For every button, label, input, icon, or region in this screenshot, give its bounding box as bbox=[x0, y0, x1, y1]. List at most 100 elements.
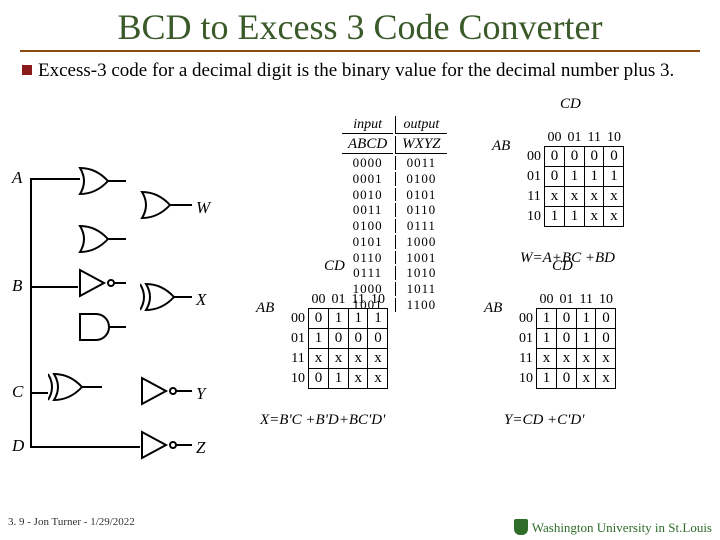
kmap-col: 11 bbox=[349, 292, 368, 309]
kmap-cell: x bbox=[596, 349, 616, 369]
kmap-row: 00 bbox=[516, 309, 537, 329]
truth-cell: 1100 bbox=[395, 298, 446, 312]
kmap-cell: x bbox=[565, 187, 585, 207]
kmap-cell: 1 bbox=[577, 329, 596, 349]
kmap-cell: 1 bbox=[329, 309, 349, 329]
bullet-icon bbox=[22, 65, 32, 75]
kmap-row: 01 bbox=[524, 167, 545, 187]
kmap-cell: x bbox=[368, 349, 388, 369]
slide-title: BCD to Excess 3 Code Converter bbox=[0, 0, 720, 50]
kmap-cell: 1 bbox=[545, 207, 565, 227]
kmap-cell: x bbox=[557, 349, 577, 369]
label-c: C bbox=[12, 382, 23, 402]
kmap-ab-label: AB bbox=[484, 300, 502, 317]
kmap-cell: 1 bbox=[565, 207, 585, 227]
kmap-col: 00 bbox=[537, 292, 557, 309]
or-gate-icon bbox=[140, 190, 194, 220]
label-d: D bbox=[12, 436, 24, 456]
kmap-cell: x bbox=[577, 369, 596, 389]
kmap-cell: 0 bbox=[557, 329, 577, 349]
university-logo: Washington University in St.Louis bbox=[514, 519, 712, 536]
truth-cell: 1000 bbox=[395, 235, 446, 249]
kmap-col: 00 bbox=[545, 130, 565, 147]
truth-table: input output ABCD WXYZ 00000011000101000… bbox=[340, 114, 449, 314]
university-name: Washington University in St.Louis bbox=[532, 520, 712, 535]
kmap-cd-label: CD bbox=[560, 96, 581, 113]
footer: 3. 9 - Jon Turner - 1/29/2022 Washington… bbox=[8, 512, 712, 536]
truth-cell: 0100 bbox=[395, 172, 446, 186]
kmap-cell: 1 bbox=[309, 329, 329, 349]
kmap-cell: x bbox=[604, 187, 624, 207]
truth-cell: 0101 bbox=[342, 235, 393, 249]
shield-icon bbox=[514, 519, 528, 535]
kmap-cell: 1 bbox=[585, 167, 604, 187]
kmap-cd-label: CD bbox=[324, 258, 345, 275]
kmap-cell: 1 bbox=[565, 167, 585, 187]
kmap-row: 00 bbox=[524, 147, 545, 167]
label-w: W bbox=[196, 198, 210, 218]
kmap-cell: 1 bbox=[577, 309, 596, 329]
kmap-cell: 0 bbox=[565, 147, 585, 167]
truth-cell: 0100 bbox=[342, 219, 393, 233]
kmap-cell: 1 bbox=[537, 369, 557, 389]
kmap-col: 10 bbox=[596, 292, 616, 309]
kmap-cell: 0 bbox=[329, 329, 349, 349]
label-x: X bbox=[196, 290, 206, 310]
or-gate-icon bbox=[78, 224, 128, 254]
title-rule bbox=[20, 50, 700, 52]
kmap-cell: 0 bbox=[557, 309, 577, 329]
kmap-col: 01 bbox=[329, 292, 349, 309]
kmap-row: 11 bbox=[288, 349, 309, 369]
kmap-row: 01 bbox=[516, 329, 537, 349]
kmap-row: 11 bbox=[516, 349, 537, 369]
kmap-row: 10 bbox=[524, 207, 545, 227]
truth-cell: 1011 bbox=[395, 282, 446, 296]
page-number: 3. 9 - Jon Turner - 1/29/2022 bbox=[8, 516, 135, 528]
truth-head-in: ABCD bbox=[342, 136, 393, 154]
truth-cell: 0001 bbox=[342, 172, 393, 186]
kmap-cell: 1 bbox=[537, 329, 557, 349]
kmap-cell: 1 bbox=[537, 309, 557, 329]
bullet-content: Excess-3 code for a decimal digit is the… bbox=[38, 60, 674, 81]
label-b: B bbox=[12, 276, 22, 296]
kmap-col: 01 bbox=[565, 130, 585, 147]
xor-gate-icon bbox=[140, 282, 194, 312]
kmap-cell: x bbox=[604, 207, 624, 227]
kmap-cell: x bbox=[585, 187, 604, 207]
kmap-cell: 0 bbox=[309, 369, 329, 389]
kmap-ab-label: AB bbox=[256, 300, 274, 317]
kmap-cell: 1 bbox=[349, 309, 368, 329]
kmap-cell: 0 bbox=[585, 147, 604, 167]
truth-cell: 1010 bbox=[395, 266, 446, 280]
kmap-cell: 0 bbox=[557, 369, 577, 389]
truth-cell: 0000 bbox=[342, 156, 393, 170]
truth-cell: 0111 bbox=[342, 266, 393, 280]
truth-caption-in: input bbox=[353, 117, 382, 132]
kmap-cell: x bbox=[329, 349, 349, 369]
kmap-cell: 0 bbox=[596, 309, 616, 329]
kmap-cell: 0 bbox=[545, 167, 565, 187]
kmap-x-eq: X=B'C +B'D+BC'D' bbox=[260, 412, 385, 429]
kmap-cell: 0 bbox=[604, 147, 624, 167]
truth-head-out: WXYZ bbox=[395, 136, 446, 154]
bullet-text: Excess-3 code for a decimal digit is the… bbox=[22, 60, 700, 82]
label-y: Y bbox=[196, 384, 205, 404]
truth-cell: 0110 bbox=[395, 203, 446, 217]
not-gate-icon bbox=[140, 376, 194, 406]
kmap-row: 01 bbox=[288, 329, 309, 349]
kmap-col: 11 bbox=[585, 130, 604, 147]
kmap-col: 10 bbox=[604, 130, 624, 147]
kmap-cell: x bbox=[585, 207, 604, 227]
truth-cell: 0110 bbox=[342, 251, 393, 265]
kmap-cell: 1 bbox=[368, 309, 388, 329]
label-a: A bbox=[12, 168, 22, 188]
kmap-cell: 0 bbox=[545, 147, 565, 167]
kmap-col: 10 bbox=[368, 292, 388, 309]
kmap-cell: 1 bbox=[329, 369, 349, 389]
kmap-cell: x bbox=[368, 369, 388, 389]
kmap-cell: x bbox=[349, 349, 368, 369]
kmap-col: 01 bbox=[557, 292, 577, 309]
kmap-cell: 1 bbox=[604, 167, 624, 187]
kmap-cell: 0 bbox=[309, 309, 329, 329]
kmap-row: 11 bbox=[524, 187, 545, 207]
